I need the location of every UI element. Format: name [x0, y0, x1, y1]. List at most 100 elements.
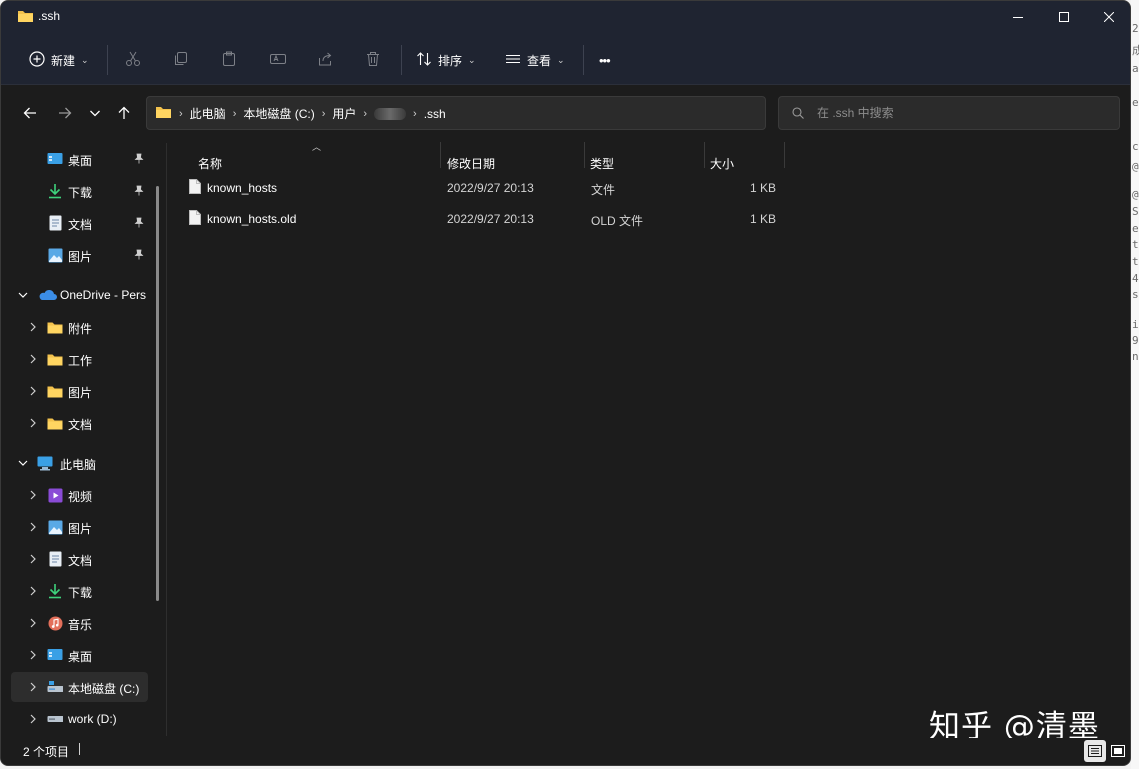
- desktop-icon: [47, 647, 63, 663]
- chevron-right-icon[interactable]: [27, 649, 39, 661]
- chevron-right-icon[interactable]: [27, 321, 39, 333]
- address-bar[interactable]: › 此电脑 › 本地磁盘 (C:) › 用户 › › .ssh: [146, 96, 892, 130]
- sidebar-item-music[interactable]: 音乐: [11, 608, 148, 638]
- sidebar-item-onedrive-pictures[interactable]: 图片: [11, 376, 148, 406]
- pin-icon[interactable]: [134, 217, 144, 231]
- sidebar-item-pc-pictures[interactable]: 图片: [11, 512, 148, 542]
- pin-icon[interactable]: [134, 185, 144, 199]
- view-button[interactable]: 查看 ⌄: [505, 46, 565, 74]
- more-options-button[interactable]: •••: [599, 46, 611, 74]
- sort-button[interactable]: 排序 ⌄: [416, 46, 476, 74]
- sidebar-item-pc-downloads[interactable]: 下载: [11, 576, 148, 606]
- sidebar-item-pc-documents[interactable]: 文档: [11, 544, 148, 574]
- chevron-right-icon[interactable]: [27, 585, 39, 597]
- chevron-right-icon[interactable]: [27, 417, 39, 429]
- desktop-icon: [47, 151, 63, 167]
- sort-label: 排序: [438, 53, 463, 68]
- clipboard-icon: [221, 51, 237, 70]
- sidebar-item-desktop[interactable]: 桌面: [11, 144, 148, 174]
- file-icon: [189, 210, 201, 228]
- chevron-down-icon: ⌄: [557, 54, 565, 65]
- sidebar-item-label: 图片: [68, 522, 93, 536]
- chevron-right-icon[interactable]: [27, 353, 39, 365]
- new-button[interactable]: 新建 ⌄: [29, 46, 89, 74]
- back-button[interactable]: [19, 102, 41, 124]
- chevron-right-icon[interactable]: [27, 489, 39, 501]
- sidebar-item-onedrive-attachments[interactable]: 附件: [11, 312, 148, 342]
- sidebar-item-label: 本地磁盘 (C:): [68, 682, 140, 696]
- delete-button[interactable]: [365, 46, 381, 74]
- search-box[interactable]: [778, 96, 1120, 130]
- title-bar[interactable]: .ssh: [1, 1, 1130, 33]
- column-header-modified[interactable]: 修改日期: [447, 148, 495, 172]
- column-divider[interactable]: [784, 142, 785, 168]
- recent-locations-button[interactable]: [84, 102, 106, 124]
- minimize-button[interactable]: [995, 1, 1041, 33]
- column-header-type[interactable]: 类型: [590, 148, 614, 172]
- sidebar-item-work-d[interactable]: work (D:): [11, 704, 148, 734]
- column-divider[interactable]: [584, 142, 585, 168]
- sidebar-item-local-disk-c[interactable]: 本地磁盘 (C:): [11, 672, 148, 702]
- sidebar-item-label: 文档: [68, 554, 93, 568]
- chevron-right-icon[interactable]: [27, 617, 39, 629]
- search-input[interactable]: [817, 105, 1107, 121]
- cut-button[interactable]: [125, 46, 141, 74]
- chevron-right-icon: ›: [179, 107, 183, 120]
- trash-icon: [365, 51, 381, 70]
- chevron-right-icon[interactable]: [27, 713, 39, 725]
- chevron-right-icon[interactable]: [27, 681, 39, 693]
- file-row[interactable]: known_hosts.old 2022/9/27 20:13 OLD 文件 1…: [181, 204, 791, 234]
- background-window-edge: 2 成 a e c @ @ S e t t 4 s i 9 n: [1131, 0, 1139, 769]
- sidebar-item-videos[interactable]: 视频: [11, 480, 148, 510]
- breadcrumb-local-disk[interactable]: 本地磁盘 (C:): [243, 105, 314, 122]
- rename-button[interactable]: [269, 46, 287, 74]
- chevron-down-icon[interactable]: [17, 457, 29, 469]
- details-view-icon: [1088, 745, 1102, 757]
- maximize-button[interactable]: [1041, 1, 1087, 33]
- chevron-right-icon[interactable]: [27, 521, 39, 533]
- sidebar-item-onedrive-documents[interactable]: 文档: [11, 408, 148, 438]
- share-button[interactable]: [317, 46, 333, 74]
- pin-icon[interactable]: [134, 249, 144, 263]
- column-divider[interactable]: [704, 142, 705, 168]
- chevron-right-icon[interactable]: [27, 553, 39, 565]
- toolbar-divider: [583, 45, 584, 75]
- document-icon: [47, 215, 63, 231]
- sidebar-item-downloads[interactable]: 下载: [11, 176, 148, 206]
- forward-button[interactable]: [54, 102, 76, 124]
- sidebar-item-label: 此电脑: [60, 458, 97, 472]
- sidebar-item-label: 下载: [68, 186, 93, 200]
- sidebar-scrollbar[interactable]: [156, 186, 159, 601]
- breadcrumb-this-pc[interactable]: 此电脑: [190, 105, 226, 122]
- sidebar-item-onedrive[interactable]: OneDrive - Pers: [11, 280, 148, 310]
- file-size: 1 KB: [750, 181, 777, 195]
- chevron-right-icon: ›: [413, 107, 417, 120]
- sidebar-item-onedrive-work[interactable]: 工作: [11, 344, 148, 374]
- chevron-down-icon[interactable]: [17, 289, 29, 301]
- new-label: 新建: [51, 53, 76, 68]
- sidebar-item-this-pc[interactable]: 此电脑: [11, 448, 148, 478]
- chevron-right-icon[interactable]: [27, 385, 39, 397]
- pin-icon[interactable]: [134, 153, 144, 167]
- file-row[interactable]: known_hosts 2022/9/27 20:13 文件 1 KB: [181, 173, 791, 203]
- close-button[interactable]: [1086, 1, 1130, 33]
- chevron-down-icon: [90, 110, 100, 117]
- sidebar-item-label: 桌面: [68, 650, 93, 664]
- sidebar-item-documents[interactable]: 文档: [11, 208, 148, 238]
- column-divider[interactable]: [440, 142, 441, 168]
- sidebar-item-label: 工作: [68, 354, 93, 368]
- sidebar-item-pictures[interactable]: 图片: [11, 240, 148, 270]
- breadcrumb-ssh[interactable]: .ssh: [424, 107, 446, 121]
- column-header-name[interactable]: 名称: [198, 148, 222, 172]
- large-icons-view-button[interactable]: [1107, 740, 1129, 762]
- up-button[interactable]: [113, 102, 135, 124]
- breadcrumb-username-redacted[interactable]: [374, 107, 407, 120]
- sidebar-item-pc-desktop[interactable]: 桌面: [11, 640, 148, 670]
- file-icon: [189, 179, 201, 197]
- paste-button[interactable]: [221, 46, 237, 74]
- copy-button[interactable]: [173, 46, 189, 74]
- drive-c-icon: [47, 679, 63, 695]
- column-header-size[interactable]: 大小: [710, 148, 734, 172]
- details-view-button[interactable]: [1084, 740, 1106, 762]
- breadcrumb-users[interactable]: 用户: [332, 105, 356, 122]
